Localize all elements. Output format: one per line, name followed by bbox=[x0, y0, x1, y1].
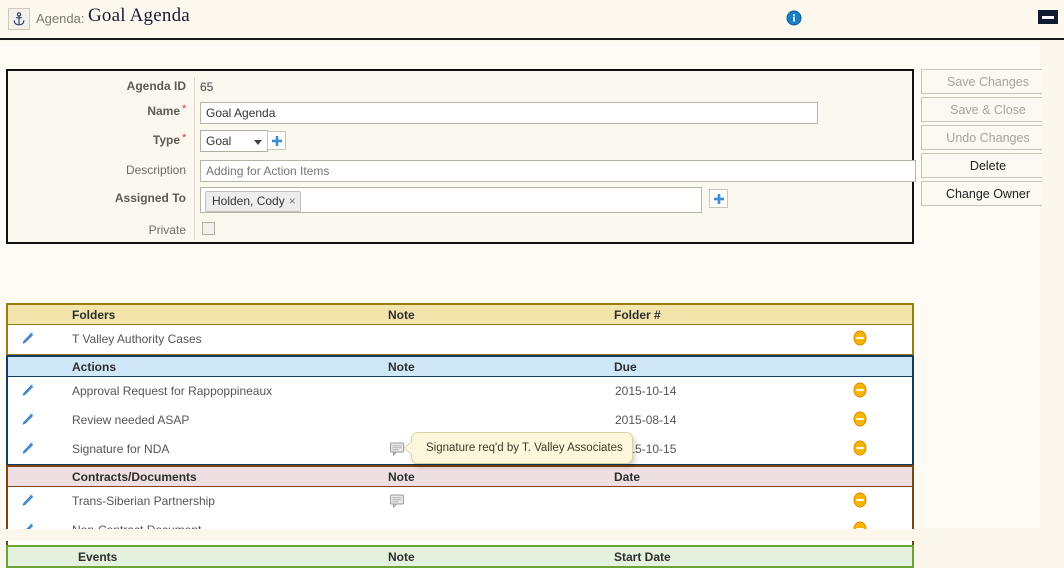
actions-column-note: Note bbox=[388, 360, 415, 374]
anchor-icon bbox=[8, 8, 30, 30]
add-assignee-button[interactable] bbox=[709, 189, 728, 208]
private-checkbox[interactable] bbox=[202, 222, 215, 235]
tooltip-text: Signature req'd by T. Valley Associates bbox=[426, 442, 623, 454]
folders-column-note: Note bbox=[388, 308, 415, 322]
assignee-chip[interactable]: Holden, Cody × bbox=[205, 191, 301, 212]
pencil-icon[interactable] bbox=[20, 331, 34, 346]
table-row[interactable]: T Valley Authority Cases bbox=[8, 325, 912, 354]
plus-icon bbox=[271, 135, 282, 146]
actions-column-due: Due bbox=[614, 360, 637, 374]
window-title-bar: Agenda: Goal Agenda bbox=[0, 0, 1064, 40]
plus-icon bbox=[713, 193, 724, 204]
chevron-down-icon bbox=[254, 140, 262, 145]
row-date: 2015-08-14 bbox=[615, 413, 677, 427]
type-label: Type bbox=[152, 133, 180, 147]
remove-circle-icon[interactable] bbox=[852, 492, 868, 508]
row-name: Signature for NDA bbox=[72, 442, 170, 456]
delete-button[interactable]: Delete bbox=[921, 153, 1055, 178]
contracts-column-note: Note bbox=[388, 470, 415, 484]
info-icon[interactable] bbox=[786, 10, 802, 26]
actions-header-row: Actions Note Due bbox=[8, 357, 912, 377]
folders-header-row: Folders Note Folder # bbox=[8, 305, 912, 325]
type-select-value: Goal bbox=[206, 134, 232, 148]
description-label: Description bbox=[125, 163, 186, 177]
add-type-button[interactable] bbox=[267, 131, 286, 150]
save-and-close-button[interactable]: Save & Close bbox=[921, 97, 1055, 122]
change-owner-button[interactable]: Change Owner bbox=[921, 181, 1055, 206]
chip-remove-icon[interactable]: × bbox=[289, 194, 296, 208]
folders-column-number: Folder # bbox=[614, 308, 661, 322]
contracts-column-name: Contracts/Documents bbox=[72, 470, 197, 484]
contracts-header-row: Contracts/Documents Note Date bbox=[8, 467, 912, 487]
section-folders: Folders Note Folder # T Valley Authority… bbox=[6, 303, 914, 356]
field-row-assigned-to: Assigned To Holden, Cody × bbox=[8, 187, 912, 219]
note-icon[interactable] bbox=[389, 493, 405, 512]
name-required-marker: * bbox=[182, 103, 187, 115]
remove-circle-icon[interactable] bbox=[852, 330, 868, 346]
agenda-id-label: Agenda ID bbox=[126, 79, 186, 93]
name-input[interactable] bbox=[200, 102, 818, 124]
events-header-row: Events Note Start Date bbox=[8, 547, 912, 566]
content-sheet: Agenda ID 65 Name * Type * Goal bbox=[0, 42, 1064, 568]
events-column-start-date: Start Date bbox=[614, 550, 671, 564]
pencil-icon[interactable] bbox=[20, 493, 34, 508]
row-name: T Valley Authority Cases bbox=[72, 332, 202, 346]
remove-circle-icon[interactable] bbox=[852, 440, 868, 456]
field-row-type: Type * Goal bbox=[8, 130, 912, 161]
field-row-private: Private bbox=[8, 222, 912, 251]
row-name: Approval Request for Rappoppineaux bbox=[72, 384, 273, 398]
type-select[interactable]: Goal bbox=[200, 130, 268, 152]
agenda-id-value: 65 bbox=[200, 80, 214, 94]
action-button-column: Save Changes Save & Close Undo Changes D… bbox=[921, 69, 1055, 209]
section-events: Events Note Start Date bbox=[6, 545, 914, 568]
events-column-name: Events bbox=[78, 550, 118, 564]
remove-circle-icon[interactable] bbox=[852, 382, 868, 398]
page-right-margin bbox=[1042, 40, 1064, 541]
events-column-note: Note bbox=[388, 550, 415, 564]
private-label: Private bbox=[148, 223, 186, 237]
actions-column-name: Actions bbox=[72, 360, 117, 374]
entity-type-label: Agenda: bbox=[36, 11, 85, 26]
table-row[interactable]: Trans-Siberian Partnership bbox=[8, 487, 912, 516]
row-name: Trans-Siberian Partnership bbox=[72, 494, 215, 508]
folders-column-name: Folders bbox=[72, 308, 116, 322]
pencil-icon[interactable] bbox=[20, 441, 34, 456]
remove-circle-icon[interactable] bbox=[852, 411, 868, 427]
pencil-icon[interactable] bbox=[20, 383, 34, 398]
assigned-to-label: Assigned To bbox=[114, 191, 186, 205]
name-label: Name bbox=[147, 104, 180, 118]
tooltip-arrow bbox=[404, 442, 412, 454]
minimize-icon[interactable] bbox=[1038, 10, 1058, 24]
contracts-column-date: Date bbox=[614, 470, 641, 484]
note-tooltip: Signature req'd by T. Valley Associates bbox=[403, 432, 633, 464]
assigned-to-field[interactable]: Holden, Cody × bbox=[200, 187, 702, 213]
table-row[interactable]: Approval Request for Rappoppineaux 2015-… bbox=[8, 377, 912, 406]
page-title: Goal Agenda bbox=[88, 5, 190, 26]
undo-changes-button[interactable]: Undo Changes bbox=[921, 125, 1055, 150]
type-required-marker: * bbox=[182, 132, 187, 144]
field-row-name: Name * bbox=[8, 102, 912, 132]
page-bottom-margin bbox=[0, 529, 1064, 541]
save-changes-button[interactable]: Save Changes bbox=[921, 69, 1055, 94]
pencil-icon[interactable] bbox=[20, 412, 34, 427]
row-name: Review needed ASAP bbox=[72, 413, 190, 427]
assignee-chip-label: Holden, Cody bbox=[212, 194, 285, 208]
agenda-detail-panel: Agenda ID 65 Name * Type * Goal bbox=[6, 69, 916, 244]
table-row[interactable]: Review needed ASAP 2015-08-14 bbox=[8, 406, 912, 435]
description-input[interactable] bbox=[200, 160, 916, 182]
row-date: 2015-10-14 bbox=[615, 384, 677, 398]
